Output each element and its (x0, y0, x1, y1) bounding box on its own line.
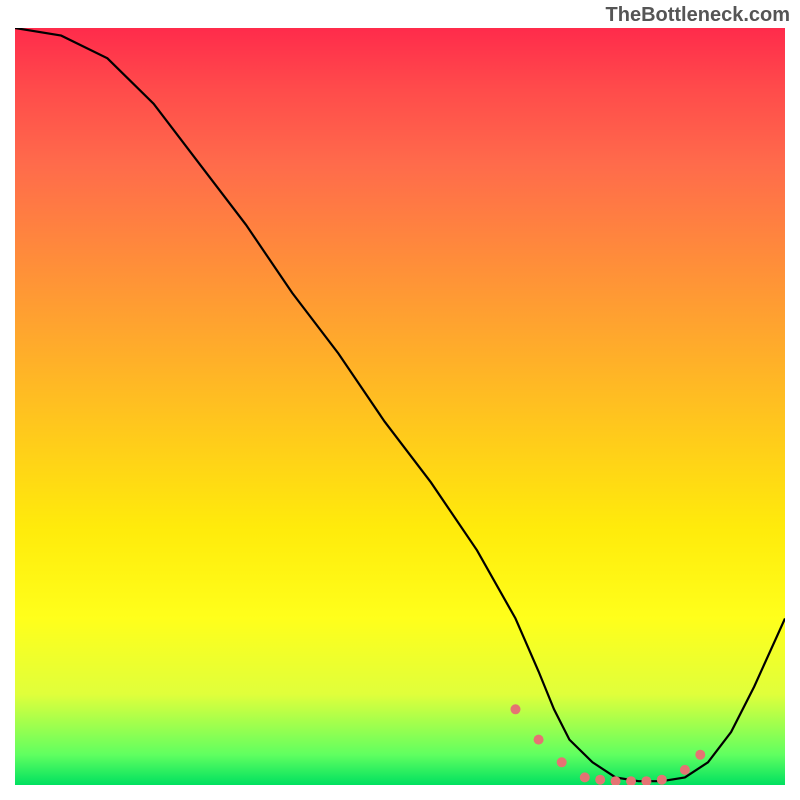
watermark-label: TheBottleneck.com (606, 4, 790, 27)
curve-marker (641, 776, 651, 785)
chart-svg (15, 28, 785, 785)
curve-marker (680, 765, 690, 775)
curve-marker (626, 776, 636, 785)
curve-marker (657, 775, 667, 785)
curve-marker (580, 772, 590, 782)
curve-marker (534, 735, 544, 745)
curve-marker (511, 704, 521, 714)
curve-marker (595, 775, 605, 785)
plot-gradient-background (15, 28, 785, 785)
bottleneck-curve (15, 28, 785, 781)
curve-marker (695, 750, 705, 760)
curve-marker (557, 757, 567, 767)
